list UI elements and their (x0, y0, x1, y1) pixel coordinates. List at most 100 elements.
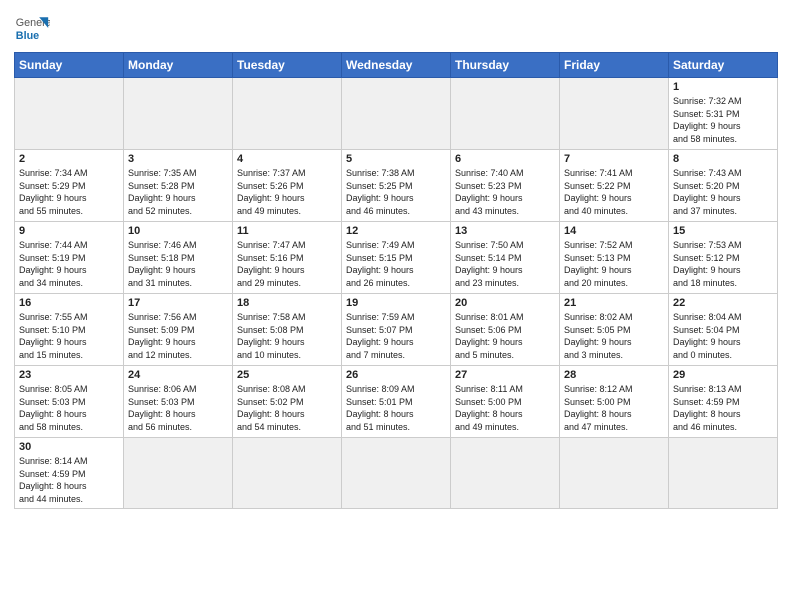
day-number: 25 (237, 369, 337, 381)
calendar-cell: 29Sunrise: 8:13 AM Sunset: 4:59 PM Dayli… (669, 366, 778, 438)
svg-text:Blue: Blue (16, 30, 39, 42)
day-info: Sunrise: 7:56 AM Sunset: 5:09 PM Dayligh… (128, 311, 228, 361)
day-info: Sunrise: 7:46 AM Sunset: 5:18 PM Dayligh… (128, 239, 228, 289)
weekday-header-sunday: Sunday (15, 53, 124, 78)
calendar-cell (124, 438, 233, 509)
calendar-cell: 15 Sunrise: 7:53 AM Sunset: 5:12 PM Dayli… (669, 222, 778, 294)
day-number: 13 (455, 225, 555, 237)
day-number: 12 (346, 225, 446, 237)
calendar-week-row: 9Sunrise: 7:44 AM Sunset: 5:19 PM Daylig… (15, 222, 778, 294)
day-info: Sunrise: 8:12 AM Sunset: 5:00 PM Dayligh… (564, 383, 664, 433)
calendar-cell: 4Sunrise: 7:37 AM Sunset: 5:26 PM Daylig… (233, 150, 342, 222)
day-number: 29 (673, 369, 773, 381)
day-info: Sunrise: 7:44 AM Sunset: 5:19 PM Dayligh… (19, 239, 119, 289)
day-number: 6 (455, 153, 555, 165)
day-info: Sunrise: 7:40 AM Sunset: 5:23 PM Dayligh… (455, 167, 555, 217)
calendar-cell (342, 78, 451, 150)
day-info: Sunrise: 7:53 AM Sunset: 5:12 PM Dayligh… (673, 239, 773, 289)
day-number: 26 (346, 369, 446, 381)
calendar-cell: 11 Sunrise: 7:47 AM Sunset: 5:16 PM Dayli… (233, 222, 342, 294)
day-number: 30 (19, 441, 119, 453)
calendar-cell: 19Sunrise: 7:59 AM Sunset: 5:07 PM Dayli… (342, 294, 451, 366)
day-info: Sunrise: 8:06 AM Sunset: 5:03 PM Dayligh… (128, 383, 228, 433)
day-info: Sunrise: 7:52 AM Sunset: 5:13 PM Dayligh… (564, 239, 664, 289)
day-number: 15 (673, 225, 773, 237)
calendar-cell: 1Sunrise: 7:32 AM Sunset: 5:31 PM Daylig… (669, 78, 778, 150)
logo: General Blue (14, 10, 52, 46)
day-info: Sunrise: 7:37 AM Sunset: 5:26 PM Dayligh… (237, 167, 337, 217)
calendar-week-row: 16 Sunrise: 7:55 AM Sunset: 5:10 PM Dayli… (15, 294, 778, 366)
day-number: 23 (19, 369, 119, 381)
day-info: Sunrise: 8:04 AM Sunset: 5:04 PM Dayligh… (673, 311, 773, 361)
day-info: Sunrise: 7:50 AM Sunset: 5:14 PM Dayligh… (455, 239, 555, 289)
header: General Blue (14, 10, 778, 46)
calendar-cell: 28Sunrise: 8:12 AM Sunset: 5:00 PM Dayli… (560, 366, 669, 438)
day-info: Sunrise: 8:05 AM Sunset: 5:03 PM Dayligh… (19, 383, 119, 433)
day-info: Sunrise: 7:41 AM Sunset: 5:22 PM Dayligh… (564, 167, 664, 217)
calendar-cell: 23 Sunrise: 8:05 AM Sunset: 5:03 PM Dayli… (15, 366, 124, 438)
weekday-header-monday: Monday (124, 53, 233, 78)
day-info: Sunrise: 7:35 AM Sunset: 5:28 PM Dayligh… (128, 167, 228, 217)
day-number: 20 (455, 297, 555, 309)
weekday-header-friday: Friday (560, 53, 669, 78)
calendar-cell: 17Sunrise: 7:56 AM Sunset: 5:09 PM Dayli… (124, 294, 233, 366)
generalblue-logo-icon: General Blue (14, 10, 50, 46)
calendar-cell: 2 Sunrise: 7:34 AM Sunset: 5:29 PM Daylig… (15, 150, 124, 222)
weekday-header-thursday: Thursday (451, 53, 560, 78)
day-number: 5 (346, 153, 446, 165)
day-info: Sunrise: 8:14 AM Sunset: 4:59 PM Dayligh… (19, 455, 119, 505)
calendar-cell (233, 438, 342, 509)
day-number: 14 (564, 225, 664, 237)
calendar-cell (124, 78, 233, 150)
day-number: 2 (19, 153, 119, 165)
calendar-cell (15, 78, 124, 150)
calendar-cell: 21Sunrise: 8:02 AM Sunset: 5:05 PM Dayli… (560, 294, 669, 366)
day-number: 16 (19, 297, 119, 309)
calendar-cell: 20 Sunrise: 8:01 AM Sunset: 5:06 PM Dayli… (451, 294, 560, 366)
calendar-cell (451, 78, 560, 150)
calendar-week-row: 30 Sunrise: 8:14 AM Sunset: 4:59 PM Dayli… (15, 438, 778, 509)
page: General Blue SundayMondayTuesdayWednesda… (0, 0, 792, 612)
calendar-cell: 24Sunrise: 8:06 AM Sunset: 5:03 PM Dayli… (124, 366, 233, 438)
calendar-cell: 27 Sunrise: 8:11 AM Sunset: 5:00 PM Dayli… (451, 366, 560, 438)
calendar-cell: 30 Sunrise: 8:14 AM Sunset: 4:59 PM Dayli… (15, 438, 124, 509)
day-number: 8 (673, 153, 773, 165)
day-info: Sunrise: 8:11 AM Sunset: 5:00 PM Dayligh… (455, 383, 555, 433)
calendar-week-row: 23 Sunrise: 8:05 AM Sunset: 5:03 PM Dayli… (15, 366, 778, 438)
calendar-cell: 25 Sunrise: 8:08 AM Sunset: 5:02 PM Dayli… (233, 366, 342, 438)
calendar-cell (560, 78, 669, 150)
day-info: Sunrise: 7:49 AM Sunset: 5:15 PM Dayligh… (346, 239, 446, 289)
calendar-cell: 12 Sunrise: 7:49 AM Sunset: 5:15 PM Dayli… (342, 222, 451, 294)
day-info: Sunrise: 8:09 AM Sunset: 5:01 PM Dayligh… (346, 383, 446, 433)
calendar-cell (669, 438, 778, 509)
day-number: 27 (455, 369, 555, 381)
calendar-cell (451, 438, 560, 509)
day-number: 22 (673, 297, 773, 309)
day-info: Sunrise: 7:34 AM Sunset: 5:29 PM Dayligh… (19, 167, 119, 217)
day-info: Sunrise: 8:08 AM Sunset: 5:02 PM Dayligh… (237, 383, 337, 433)
calendar-cell (560, 438, 669, 509)
day-info: Sunrise: 7:43 AM Sunset: 5:20 PM Dayligh… (673, 167, 773, 217)
calendar-cell: 8 Sunrise: 7:43 AM Sunset: 5:20 PM Daylig… (669, 150, 778, 222)
weekday-header-saturday: Saturday (669, 53, 778, 78)
day-info: Sunrise: 7:58 AM Sunset: 5:08 PM Dayligh… (237, 311, 337, 361)
calendar-cell: 18Sunrise: 7:58 AM Sunset: 5:08 PM Dayli… (233, 294, 342, 366)
calendar-cell: 10 Sunrise: 7:46 AM Sunset: 5:18 PM Dayli… (124, 222, 233, 294)
calendar-cell: 3 Sunrise: 7:35 AM Sunset: 5:28 PM Daylig… (124, 150, 233, 222)
day-info: Sunrise: 8:02 AM Sunset: 5:05 PM Dayligh… (564, 311, 664, 361)
day-info: Sunrise: 7:59 AM Sunset: 5:07 PM Dayligh… (346, 311, 446, 361)
calendar-week-row: 2 Sunrise: 7:34 AM Sunset: 5:29 PM Daylig… (15, 150, 778, 222)
weekday-header-row: SundayMondayTuesdayWednesdayThursdayFrid… (15, 53, 778, 78)
day-number: 1 (673, 81, 773, 93)
day-info: Sunrise: 7:55 AM Sunset: 5:10 PM Dayligh… (19, 311, 119, 361)
calendar-table: SundayMondayTuesdayWednesdayThursdayFrid… (14, 52, 778, 509)
calendar-cell: 5Sunrise: 7:38 AM Sunset: 5:25 PM Daylig… (342, 150, 451, 222)
calendar-cell: 13 Sunrise: 7:50 AM Sunset: 5:14 PM Dayli… (451, 222, 560, 294)
weekday-header-wednesday: Wednesday (342, 53, 451, 78)
calendar-cell: 26 Sunrise: 8:09 AM Sunset: 5:01 PM Dayli… (342, 366, 451, 438)
day-info: Sunrise: 7:47 AM Sunset: 5:16 PM Dayligh… (237, 239, 337, 289)
day-number: 11 (237, 225, 337, 237)
day-number: 3 (128, 153, 228, 165)
day-info: Sunrise: 8:01 AM Sunset: 5:06 PM Dayligh… (455, 311, 555, 361)
day-number: 10 (128, 225, 228, 237)
